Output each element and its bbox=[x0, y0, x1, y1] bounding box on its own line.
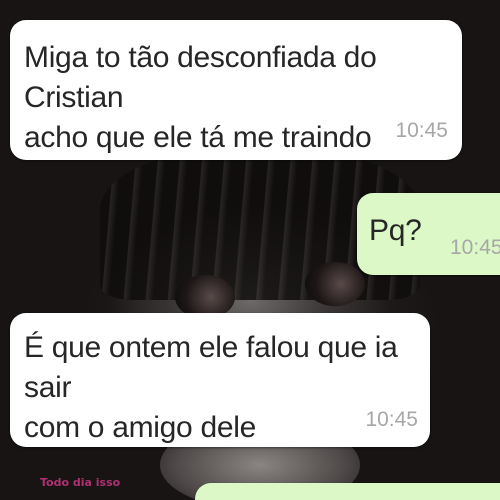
message-text: É que ontem ele falou que ia sair com o … bbox=[24, 331, 398, 444]
message-bubble-incoming[interactable]: É que ontem ele falou que ia sair com o … bbox=[10, 313, 430, 447]
message-bubble-outgoing-partial[interactable] bbox=[195, 483, 500, 500]
message-timestamp: 10:45 bbox=[395, 119, 448, 142]
message-bubble-incoming[interactable]: Miga to tão desconfiada do Cristian acho… bbox=[10, 20, 462, 160]
message-bubble-outgoing[interactable]: Pq? 10:45 bbox=[357, 193, 500, 275]
message-text: Miga to tão desconfiada do Cristian acho… bbox=[24, 41, 377, 154]
wallpaper-eye-right bbox=[305, 262, 365, 306]
message-timestamp: 10:45 bbox=[365, 408, 418, 431]
watermark-text: Todo dia isso bbox=[40, 476, 121, 489]
message-timestamp: 10:45 bbox=[450, 236, 500, 259]
chat-screen: Miga to tão desconfiada do Cristian acho… bbox=[0, 0, 500, 500]
